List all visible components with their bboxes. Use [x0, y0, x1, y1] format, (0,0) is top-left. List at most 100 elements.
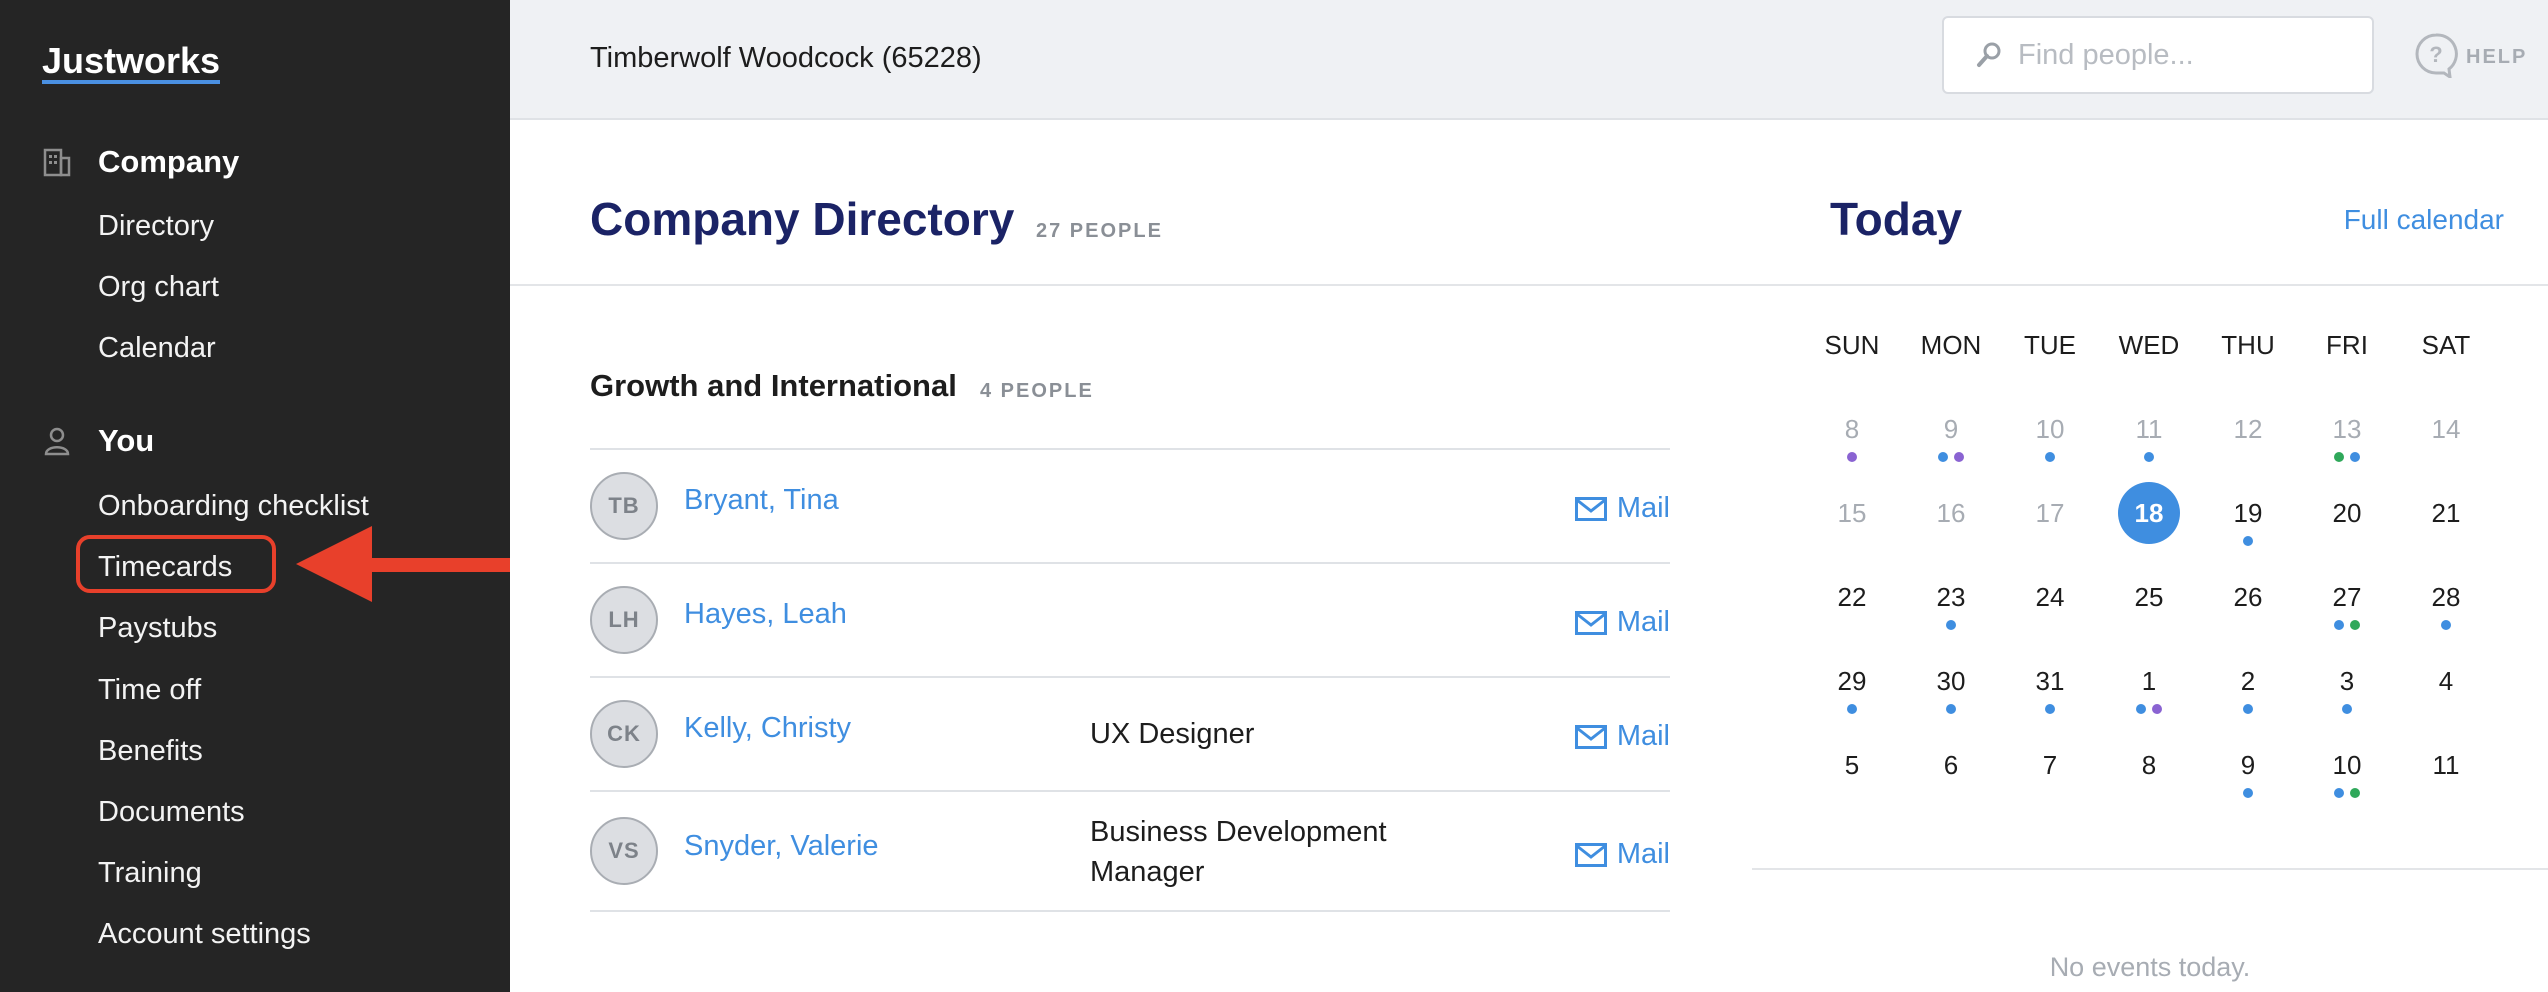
avatar: CK — [590, 700, 658, 768]
calendar-day[interactable]: 21 — [2396, 498, 2496, 529]
event-dot-purple — [1954, 452, 1964, 462]
mail-link[interactable]: Mail — [1574, 720, 1670, 753]
calendar-day[interactable]: 6 — [1901, 750, 2001, 781]
timecards-highlight-box — [76, 535, 276, 593]
help-button[interactable]: ? HELP — [2414, 32, 2527, 83]
calendar-day[interactable]: 22 — [1802, 582, 1902, 613]
calendar-day[interactable]: 29 — [1802, 666, 1902, 697]
sidebar-item-org-chart[interactable]: Org chart — [98, 269, 219, 305]
person-name[interactable]: Bryant, Tina — [684, 484, 839, 517]
directory-panel: Company Directory 27 PEOPLE Growth and I… — [510, 120, 1754, 992]
event-dot-blue — [1847, 704, 1857, 714]
sidebar-item-benefits[interactable]: Benefits — [98, 733, 203, 769]
mail-link[interactable]: Mail — [1574, 492, 1670, 525]
mail-label: Mail — [1616, 720, 1670, 752]
mail-label: Mail — [1616, 492, 1670, 524]
calendar-day[interactable]: 8 — [1802, 414, 1902, 445]
event-dot-blue — [2441, 620, 2451, 630]
search-input[interactable] — [2016, 37, 2360, 73]
event-dot-blue — [2243, 788, 2253, 798]
event-dot-blue — [2045, 452, 2055, 462]
calendar-day[interactable]: 16 — [1901, 498, 2001, 529]
calendar-day[interactable]: 17 — [2000, 498, 2100, 529]
calendar-day[interactable]: 19 — [2198, 498, 2298, 529]
event-dot-green — [2350, 620, 2360, 630]
sidebar-item-time-off[interactable]: Time off — [98, 672, 201, 708]
calendar-day[interactable]: 4 — [2396, 666, 2496, 697]
calendar-day[interactable]: 31 — [2000, 666, 2100, 697]
person-title: Business Development Manager — [1090, 816, 1387, 888]
event-dot-green — [2334, 452, 2344, 462]
mail-link[interactable]: Mail — [1574, 606, 1670, 639]
calendar-day[interactable]: 11 — [2099, 414, 2199, 445]
calendar-day[interactable]: 26 — [2198, 582, 2298, 613]
sidebar-item-directory[interactable]: Directory — [98, 208, 214, 244]
section-title-company[interactable]: Company — [98, 144, 239, 180]
event-dots — [2297, 452, 2397, 462]
sidebar-item-calendar[interactable]: Calendar — [98, 330, 216, 366]
mail-icon — [1574, 842, 1607, 867]
company-name[interactable]: Timberwolf Woodcock (65228) — [590, 42, 982, 75]
weekday-header: FRI — [2326, 330, 2368, 360]
mail-icon — [1574, 610, 1607, 635]
sidebar-item-documents[interactable]: Documents — [98, 794, 245, 830]
calendar-day[interactable]: 23 — [1901, 582, 2001, 613]
event-dot-blue — [2334, 788, 2344, 798]
calendar-day[interactable]: 11 — [2396, 750, 2496, 781]
avatar: TB — [590, 472, 658, 540]
page-title: Company Directory — [590, 193, 1015, 245]
calendar-day[interactable]: 28 — [2396, 582, 2496, 613]
sidebar-item-paystubs[interactable]: Paystubs — [98, 610, 217, 646]
no-events-message: No events today. — [2049, 952, 2251, 982]
justworks-logo[interactable]: Justworks — [42, 42, 221, 84]
group-count: 4 PEOPLE — [980, 380, 1094, 402]
event-dots — [2297, 788, 2397, 798]
event-dots — [2198, 704, 2298, 714]
calendar-day[interactable]: 13 — [2297, 414, 2397, 445]
weekday-header: SAT — [2421, 330, 2471, 360]
person-name[interactable]: Kelly, Christy — [684, 712, 851, 745]
calendar-day[interactable]: 8 — [2099, 750, 2199, 781]
calendar-day[interactable]: 14 — [2396, 414, 2496, 445]
calendar-day[interactable]: 25 — [2099, 582, 2199, 613]
weekday-header: TUE — [2024, 330, 2076, 360]
person-row: CK Kelly, Christy UX Designer Mail — [590, 678, 1670, 792]
weekday-header: THU — [2221, 330, 2275, 360]
calendar-day[interactable]: 27 — [2297, 582, 2397, 613]
person-title: UX Designer — [1090, 718, 1255, 750]
calendar-day[interactable]: 15 — [1802, 498, 1902, 529]
event-dot-blue — [1938, 452, 1948, 462]
mail-link[interactable]: Mail — [1574, 838, 1670, 871]
calendar-day[interactable]: 30 — [1901, 666, 2001, 697]
calendar-day[interactable]: 1 — [2099, 666, 2199, 697]
calendar-day[interactable]: 10 — [2297, 750, 2397, 781]
sidebar-item-training[interactable]: Training — [98, 855, 202, 891]
selected-day-circle: 18 — [2118, 482, 2180, 544]
sidebar-item-onboarding-checklist[interactable]: Onboarding checklist — [98, 488, 369, 524]
person-name[interactable]: Hayes, Leah — [684, 598, 847, 631]
full-calendar-link[interactable]: Full calendar — [2344, 204, 2504, 236]
section-you: You — [42, 423, 154, 458]
group-title: Growth and International — [590, 368, 957, 403]
calendar-day[interactable]: 9 — [2198, 750, 2298, 781]
calendar-day[interactable]: 24 — [2000, 582, 2100, 613]
avatar: VS — [590, 817, 658, 885]
calendar-day[interactable]: 10 — [2000, 414, 2100, 445]
calendar-day[interactable]: 3 — [2297, 666, 2397, 697]
person-name[interactable]: Snyder, Valerie — [684, 830, 879, 863]
event-dots — [2198, 536, 2298, 546]
calendar-day[interactable]: 7 — [2000, 750, 2100, 781]
calendar-day[interactable]: 5 — [1802, 750, 1902, 781]
event-dots — [1901, 452, 2001, 462]
today-panel: Today Full calendar SUN MON TUE WED THU FRI SA… — [1752, 120, 2548, 992]
search-box[interactable] — [1942, 16, 2374, 94]
calendar-day[interactable]: 12 — [2198, 414, 2298, 445]
calendar-day[interactable]: 9 — [1901, 414, 2001, 445]
sidebar-item-account-settings[interactable]: Account settings — [98, 916, 311, 952]
section-title-you[interactable]: You — [98, 423, 154, 459]
help-icon: ? — [2414, 32, 2458, 83]
calendar-day-selected[interactable]: 18 — [2099, 482, 2199, 544]
event-dot-blue — [2144, 452, 2154, 462]
calendar-day[interactable]: 2 — [2198, 666, 2298, 697]
calendar-day[interactable]: 20 — [2297, 498, 2397, 529]
